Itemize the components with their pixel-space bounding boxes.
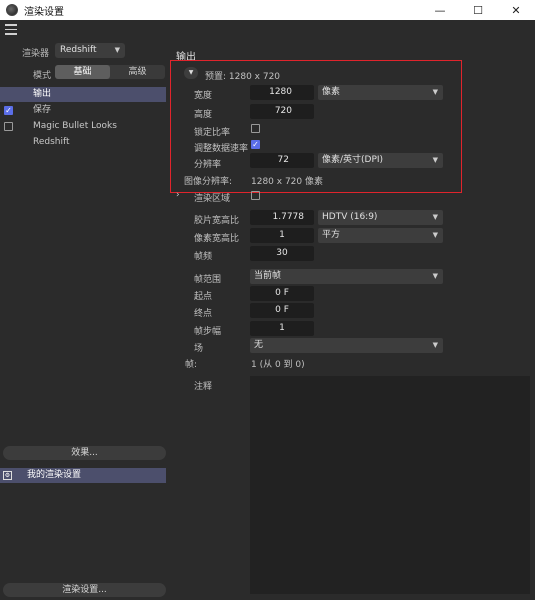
frames-value: 1 (从 0 到 0) bbox=[251, 360, 305, 370]
frame-range-value: 当前帧 bbox=[254, 271, 282, 281]
left-item-magic-bullet[interactable]: Magic Bullet Looks bbox=[0, 119, 166, 134]
resolution-unit-value: 像素/英寸(DPI) bbox=[322, 155, 384, 165]
lock-ratio-checkbox[interactable] bbox=[251, 124, 260, 133]
maximize-button[interactable]: ☐ bbox=[459, 0, 497, 20]
resolution-input[interactable]: 72 bbox=[250, 153, 314, 168]
preset-settings-icon: ⚙ bbox=[3, 471, 12, 480]
renderer-value: Redshift bbox=[60, 45, 97, 55]
effects-button[interactable]: 效果... bbox=[3, 446, 166, 460]
width-input[interactable]: 1280 bbox=[250, 85, 314, 100]
left-item-label: 输出 bbox=[33, 89, 52, 99]
preset-label: 预置: 1280 x 720 bbox=[205, 72, 281, 82]
render-preset-item[interactable]: ⚙ 我的渲染设置 bbox=[0, 468, 166, 483]
end-input[interactable]: 0 F bbox=[250, 303, 314, 318]
pixel-aspect-label: 像素宽高比 bbox=[194, 234, 240, 244]
adjust-rate-checkbox[interactable]: ✓ bbox=[251, 140, 260, 149]
fps-label: 帧频 bbox=[194, 252, 213, 262]
adjust-rate-label: 调整数据速率 bbox=[194, 144, 249, 154]
chevron-down-icon: ▼ bbox=[114, 46, 120, 54]
chevron-down-icon: ▼ bbox=[432, 231, 438, 239]
chevron-down-icon: ▼ bbox=[432, 156, 438, 164]
resolution-unit-dropdown[interactable]: 像素/英寸(DPI) ▼ bbox=[318, 153, 443, 168]
cinema4d-app-icon bbox=[6, 4, 18, 16]
preset-name: 我的渲染设置 bbox=[27, 470, 82, 480]
notes-textarea[interactable] bbox=[250, 376, 530, 594]
mode-advanced-button[interactable]: 高级 bbox=[110, 65, 165, 79]
hamburger-menu-icon[interactable] bbox=[5, 24, 17, 35]
field-label: 场 bbox=[194, 344, 204, 354]
left-item-label: Magic Bullet Looks bbox=[33, 121, 117, 131]
title-bar: 渲染设置 — ☐ ✕ bbox=[0, 0, 535, 20]
magic-bullet-checkbox[interactable] bbox=[4, 122, 13, 131]
film-aspect-dropdown[interactable]: HDTV (16:9) ▼ bbox=[318, 210, 443, 225]
render-region-checkbox[interactable] bbox=[251, 191, 260, 200]
frame-step-input[interactable]: 1 bbox=[250, 321, 314, 336]
mode-basic-button[interactable]: 基础 bbox=[55, 65, 110, 79]
left-item-save[interactable]: ✓ 保存 bbox=[0, 103, 166, 118]
film-aspect-input[interactable]: 1.7778 bbox=[250, 210, 314, 225]
left-item-label: Redshift bbox=[33, 137, 70, 147]
mode-toggle: 基础 高级 bbox=[55, 65, 165, 79]
image-resolution-label: 图像分辨率: bbox=[184, 177, 233, 187]
left-item-output[interactable]: 输出 bbox=[0, 87, 166, 102]
renderer-label: 渲染器 bbox=[22, 49, 50, 59]
field-dropdown[interactable]: 无 ▼ bbox=[250, 338, 443, 353]
chevron-down-icon: ▼ bbox=[432, 272, 438, 280]
height-label: 高度 bbox=[194, 110, 213, 120]
chevron-down-icon: ▼ bbox=[432, 88, 438, 96]
left-item-label: 保存 bbox=[33, 105, 52, 115]
height-input[interactable]: 720 bbox=[250, 104, 314, 119]
film-aspect-preset: HDTV (16:9) bbox=[322, 212, 378, 222]
frame-step-label: 帧步幅 bbox=[194, 327, 222, 337]
start-input[interactable]: 0 F bbox=[250, 286, 314, 301]
notes-label: 注释 bbox=[194, 382, 213, 392]
frame-range-dropdown[interactable]: 当前帧 ▼ bbox=[250, 269, 443, 284]
render-settings-button[interactable]: 渲染设置... bbox=[3, 583, 166, 597]
render-region-label: 渲染区域 bbox=[194, 194, 231, 204]
preset-dropdown-icon[interactable]: ▼ bbox=[184, 67, 198, 79]
chevron-down-icon: ▼ bbox=[432, 341, 438, 349]
chevron-right-icon[interactable]: › bbox=[176, 190, 180, 200]
renderer-dropdown[interactable]: Redshift ▼ bbox=[55, 43, 125, 58]
save-checkbox[interactable]: ✓ bbox=[4, 106, 13, 115]
end-label: 终点 bbox=[194, 309, 213, 319]
unit-dropdown[interactable]: 像素 ▼ bbox=[318, 85, 443, 100]
pixel-aspect-dropdown[interactable]: 平方 ▼ bbox=[318, 228, 443, 243]
unit-value: 像素 bbox=[322, 87, 341, 97]
close-button[interactable]: ✕ bbox=[497, 0, 535, 20]
film-aspect-label: 胶片宽高比 bbox=[194, 216, 240, 226]
field-value: 无 bbox=[254, 340, 264, 350]
frame-range-label: 帧范围 bbox=[194, 275, 222, 285]
fps-input[interactable]: 30 bbox=[250, 246, 314, 261]
image-resolution-value: 1280 x 720 像素 bbox=[251, 177, 323, 187]
pixel-aspect-input[interactable]: 1 bbox=[250, 228, 314, 243]
chevron-down-icon: ▼ bbox=[432, 213, 438, 221]
frames-label: 帧: bbox=[185, 360, 198, 370]
window-title: 渲染设置 bbox=[24, 6, 64, 18]
resolution-label: 分辨率 bbox=[194, 160, 222, 170]
pixel-aspect-preset: 平方 bbox=[322, 230, 341, 240]
start-label: 起点 bbox=[194, 292, 213, 302]
mode-label: 模式 bbox=[33, 71, 52, 81]
minimize-button[interactable]: — bbox=[421, 0, 459, 20]
width-label: 宽度 bbox=[194, 91, 213, 101]
left-item-redshift[interactable]: Redshift bbox=[0, 135, 166, 150]
lock-ratio-label: 锁定比率 bbox=[194, 128, 231, 138]
